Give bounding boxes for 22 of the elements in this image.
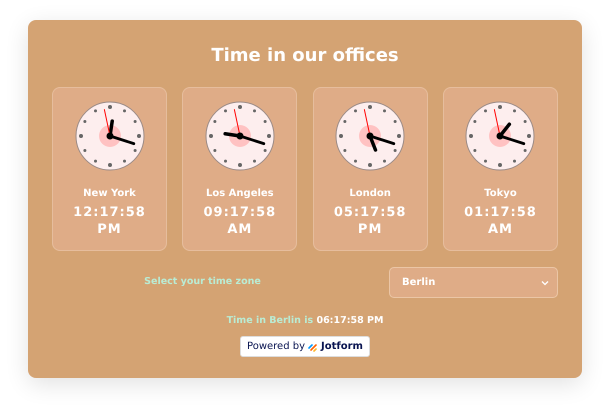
city-name: Tokyo — [484, 187, 517, 201]
result-text: Time in Berlin is 06:17:58 PM — [226, 314, 384, 328]
period-text: PM — [358, 221, 382, 238]
time-text: 09:17:58 — [203, 204, 276, 221]
page-title: Time in our offices — [210, 44, 400, 68]
timezone-label: Select your time zone — [144, 275, 261, 290]
logo-icon — [308, 342, 318, 352]
time-text: 05:17:58 — [334, 204, 406, 221]
city-name: New York — [83, 187, 136, 201]
clock-icon — [204, 100, 276, 172]
clock-icon — [464, 100, 536, 172]
powered-by-badge[interactable]: Powered by Jotform — [240, 336, 370, 358]
chevron-icon — [541, 280, 549, 286]
period-text: PM — [97, 221, 122, 238]
period-text: AM — [227, 221, 252, 238]
clock-icon — [334, 100, 406, 172]
clock-icon — [74, 100, 146, 172]
city-name: London — [349, 187, 391, 201]
city-name: Los Angeles — [206, 187, 274, 201]
time-text: 01:17:58 — [464, 204, 537, 221]
period-text: AM — [488, 221, 513, 238]
time-text: 12:17:58 — [73, 204, 146, 221]
